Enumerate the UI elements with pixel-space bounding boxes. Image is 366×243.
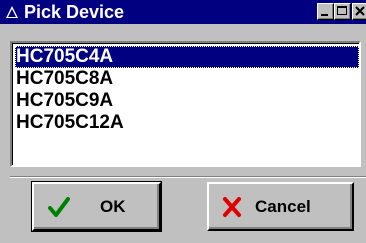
app-icon[interactable] bbox=[4, 4, 20, 20]
device-listbox[interactable]: HC705C4A HC705C8A HC705C9A HC705C12A bbox=[10, 41, 361, 167]
list-item-hc705c4a[interactable]: HC705C4A bbox=[15, 46, 359, 68]
window-title: Pick Device bbox=[24, 2, 125, 22]
cancel-button-label: Cancel bbox=[255, 197, 311, 216]
maximize-button[interactable] bbox=[334, 3, 351, 20]
minimize-button[interactable] bbox=[317, 3, 334, 20]
list-item-hc705c9a[interactable]: HC705C9A bbox=[15, 90, 359, 112]
maximize-icon bbox=[337, 6, 347, 15]
ok-button[interactable]: OK bbox=[31, 181, 162, 232]
checkmark-icon bbox=[48, 196, 70, 218]
list-item-hc705c12a[interactable]: HC705C12A bbox=[15, 112, 359, 134]
title-bar[interactable]: Pick Device bbox=[0, 0, 366, 24]
pick-device-dialog: Pick Device HC705C4A HC705C8A HC705C9A H… bbox=[0, 0, 366, 243]
close-button[interactable] bbox=[352, 3, 366, 20]
close-icon bbox=[355, 6, 365, 16]
ok-button-label: OK bbox=[100, 197, 126, 216]
x-icon bbox=[221, 196, 243, 218]
list-item-hc705c8a[interactable]: HC705C8A bbox=[15, 68, 359, 90]
cancel-button[interactable]: Cancel bbox=[207, 182, 354, 231]
separator bbox=[10, 176, 366, 178]
minimize-icon bbox=[321, 14, 328, 16]
